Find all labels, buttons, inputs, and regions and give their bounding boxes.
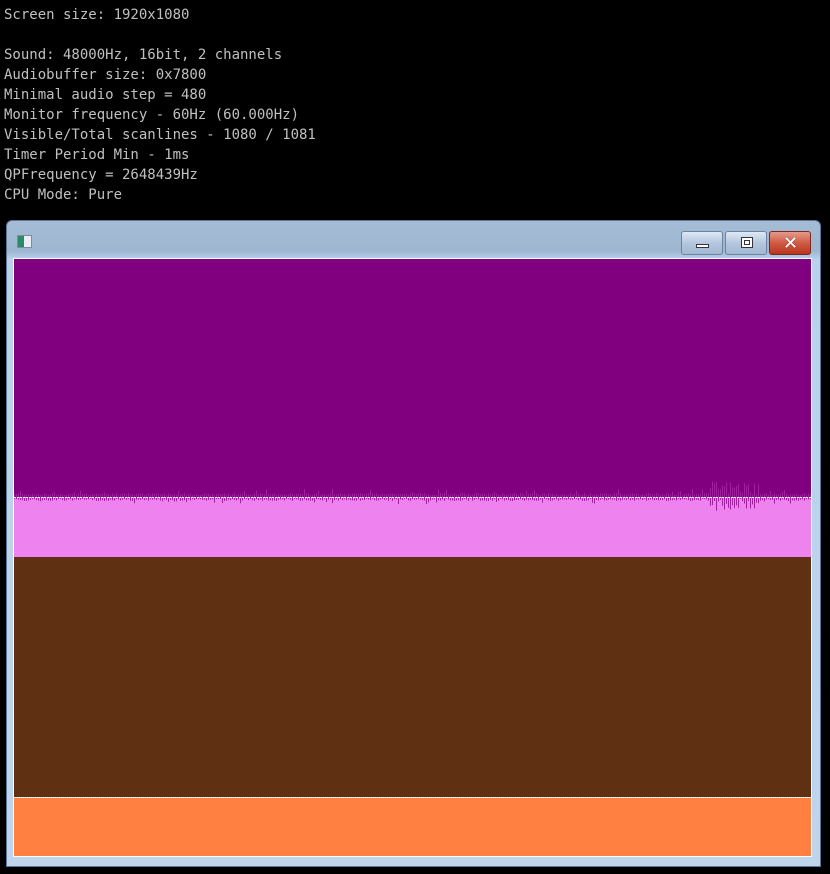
app-window: ✕ <box>6 220 821 867</box>
brown-panel <box>14 557 811 797</box>
console-line: Timer Period Min - 1ms <box>4 145 190 165</box>
maximize-button[interactable] <box>725 231 767 255</box>
console-line: Minimal audio step = 480 <box>4 85 207 105</box>
console-line: Sound: 48000Hz, 16bit, 2 channels <box>4 45 283 65</box>
maximize-icon <box>741 237 753 248</box>
console-line: QPFrequency = 2648439Hz <box>4 165 198 185</box>
console-line: Audiobuffer size: 0x7800 <box>4 65 207 85</box>
close-button[interactable]: ✕ <box>769 231 811 255</box>
top-panel <box>14 259 811 497</box>
console-line: Screen size: 1920x1080 <box>4 5 190 25</box>
console-line: Visible/Total scanlines - 1080 / 1081 <box>4 125 316 145</box>
minimize-icon <box>696 244 709 248</box>
audio-visualization <box>14 259 811 856</box>
close-icon: ✕ <box>783 233 799 254</box>
render-area <box>13 258 812 857</box>
app-icon[interactable] <box>17 235 32 248</box>
orange-panel <box>14 798 811 856</box>
console-line: CPU Mode: Pure <box>4 185 123 205</box>
pink-panel <box>14 497 811 557</box>
minimize-button[interactable] <box>681 231 723 255</box>
console-line: Monitor frequency - 60Hz (60.000Hz) <box>4 105 300 125</box>
